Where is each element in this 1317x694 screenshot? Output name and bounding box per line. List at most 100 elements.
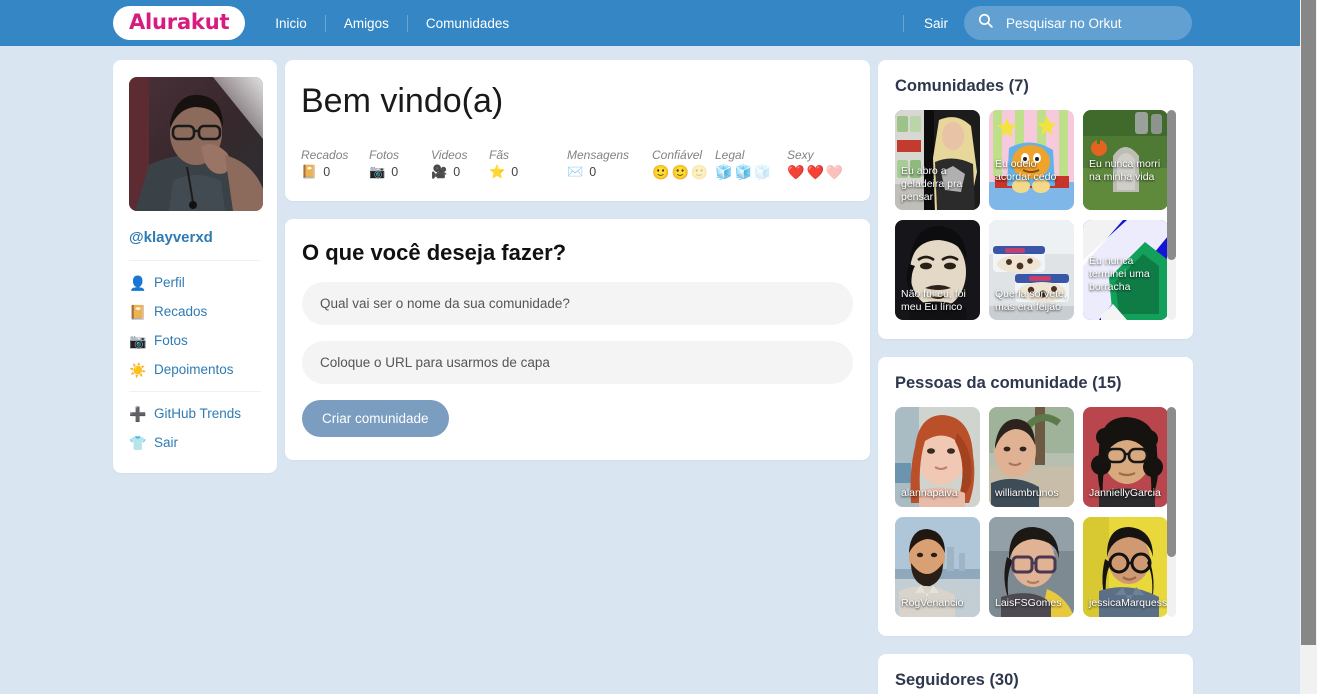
stat-fotos: Fotos 📷 0 (369, 148, 431, 180)
sidebar-item-sair[interactable]: 👕 Sair (129, 435, 261, 450)
nav-item-inicio[interactable]: Inicio (257, 16, 325, 31)
nav-item-comunidades[interactable]: Comunidades (408, 16, 527, 31)
profile-handle[interactable]: @klayverxd (129, 229, 261, 246)
heart-icon: ❤️ (806, 165, 824, 182)
welcome-card: Bem vindo(a) Recados 📔 0 Fotos 📷 0 Video… (285, 60, 870, 202)
page-title: Bem vindo(a) (301, 82, 504, 120)
person-name: jessicaMarquess (1089, 596, 1168, 609)
page-scrollbar[interactable] (1300, 0, 1317, 694)
stat-mensagens: Mensagens ✉️ 0 (567, 148, 652, 180)
star-icon: ⭐ (489, 164, 506, 180)
community-name: Eu nunca morri na minha vida (1089, 157, 1161, 183)
person-name: LaisFSGomes (995, 596, 1062, 609)
stat-value: 0 (589, 165, 597, 180)
community-tile[interactable]: Eu odeio acordar cedo (989, 110, 1074, 210)
community-name-input[interactable] (302, 282, 853, 326)
rating-label: Confiável (652, 148, 703, 163)
sun-icon: ☀️ (129, 361, 147, 378)
people-scroll-area[interactable]: alannapaiva williambrunos JanniellyGarci… (895, 407, 1176, 617)
people-card: Pessoas da comunidade (15) alannapaiva w… (878, 357, 1193, 636)
community-name: Eu nunca terminei uma borracha (1089, 254, 1150, 293)
search-icon (977, 12, 994, 34)
sidebar-item-perfil[interactable]: 👤 Perfil (129, 275, 261, 290)
sidebar-item-label: Fotos (154, 333, 188, 348)
sidebar-item-fotos[interactable]: 📷 Fotos (129, 333, 261, 348)
heart-icon: ❤️ (825, 165, 844, 182)
main-column: Bem vindo(a) Recados 📔 0 Fotos 📷 0 Video… (285, 60, 870, 478)
person-tile[interactable]: williambrunos (989, 407, 1074, 507)
nav-item-amigos[interactable]: Amigos (326, 16, 407, 31)
rating-confiavel: Confiável 🙂 🙂 🙂 (652, 148, 715, 180)
people-scrollbar[interactable] (1167, 407, 1176, 617)
stat-recados: Recados 📔 0 (301, 148, 369, 180)
header-right-area: Sair (902, 0, 1300, 46)
create-community-form: Criar comunidade (302, 282, 853, 438)
envelope-icon: ✉️ (567, 164, 584, 180)
sidebar-item-label: Perfil (154, 275, 185, 290)
sidebar-item-recados[interactable]: 📔 Recados (129, 304, 261, 319)
sidebar-item-depoimentos[interactable]: ☀️ Depoimentos (129, 362, 261, 377)
plus-icon: ➕ (129, 405, 147, 422)
followers-card: Seguidores (30) (878, 654, 1193, 694)
sidebar-menu-secondary: ➕ GitHub Trends 👕 Sair (129, 406, 261, 450)
communities-scroll-area[interactable]: Eu abro a geladeira pra pensar Eu odeio … (895, 110, 1176, 320)
create-community-button[interactable]: Criar comunidade (302, 400, 449, 438)
rating-sexy: Sexy ❤️ ❤️ ❤️ (787, 148, 843, 180)
sidebar-item-label: GitHub Trends (154, 406, 242, 421)
sidebar-item-label: Recados (154, 304, 208, 319)
community-image-url-input[interactable] (302, 341, 853, 385)
smiley-icon: 🙂 (652, 165, 670, 182)
community-name: Eu odeio acordar cedo (995, 157, 1057, 183)
rating-icons[interactable]: 🙂 🙂 🙂 (652, 166, 715, 180)
person-name: RogVenancio (901, 596, 964, 609)
community-name: Eu abro a geladeira pra pensar (901, 164, 963, 203)
communities-scrollbar[interactable] (1167, 110, 1176, 320)
camera-icon: 📷 (129, 332, 147, 349)
person-name: williambrunos (995, 486, 1059, 499)
community-tile[interactable]: Não fui eu, foi meu Eu lírico (895, 220, 980, 320)
video-camera-icon: 🎥 (431, 164, 448, 180)
right-column: Comunidades (7) Eu abro a geladeira pra … (878, 60, 1193, 694)
heart-icon: ❤️ (787, 165, 805, 182)
smiley-icon: 🙂 (671, 165, 689, 182)
person-tile[interactable]: jessicaMarquess (1083, 517, 1168, 617)
stat-value: 0 (323, 165, 331, 180)
communities-title: Comunidades (7) (895, 77, 1029, 95)
rating-label: Legal (715, 148, 745, 163)
search-box[interactable] (964, 6, 1192, 40)
smiley-icon: 🙂 (690, 165, 709, 182)
stat-label: Recados (301, 148, 349, 163)
alurakut-logo[interactable]: Alurakut (113, 6, 246, 40)
communities-card: Comunidades (7) Eu abro a geladeira pra … (878, 60, 1193, 339)
search-input[interactable] (1006, 15, 1176, 31)
person-tile[interactable]: LaisFSGomes (989, 517, 1074, 617)
community-tile[interactable]: Eu nunca morri na minha vida (1083, 110, 1168, 210)
logout-link[interactable]: Sair (910, 16, 964, 31)
person-name: JanniellyGarcia (1089, 486, 1161, 499)
community-name: Não fui eu, foi meu Eu lírico (901, 287, 966, 313)
rating-icons[interactable]: ❤️ ❤️ ❤️ (787, 166, 843, 180)
sidebar-menu: 👤 Perfil 📔 Recados 📷 Fotos ☀️ Depoimento… (129, 275, 261, 377)
user-icon: 👤 (129, 274, 147, 291)
avatar[interactable] (129, 77, 263, 211)
person-tile[interactable]: alannapaiva (895, 407, 980, 507)
ice-cube-icon: 🧊 (734, 165, 752, 182)
stat-videos: Videos 🎥 0 (431, 148, 489, 180)
person-tile[interactable]: JanniellyGarcia (1083, 407, 1168, 507)
followers-title: Seguidores (30) (895, 671, 1019, 689)
notebook-icon: 📔 (301, 164, 318, 180)
community-tile[interactable]: Queria sorvete, mas era feijão (989, 220, 1074, 320)
community-tile[interactable]: Eu abro a geladeira pra pensar (895, 110, 980, 210)
shirt-icon: 👕 (129, 434, 147, 451)
page-scrollbar-thumb[interactable] (1301, 0, 1316, 645)
profile-stats-row: Recados 📔 0 Fotos 📷 0 Videos 🎥 0 Fãs ⭐ 0… (301, 148, 854, 180)
stat-label: Videos (431, 148, 468, 163)
people-grid: alannapaiva williambrunos JanniellyGarci… (895, 407, 1168, 617)
person-tile[interactable]: RogVenancio (895, 517, 980, 617)
sidebar-column: @klayverxd 👤 Perfil 📔 Recados 📷 Fotos ☀️ (113, 60, 277, 491)
community-tile[interactable]: Eu nunca terminei uma borracha (1083, 220, 1168, 320)
sidebar-item-github-trends[interactable]: ➕ GitHub Trends (129, 406, 261, 421)
rating-label: Sexy (787, 148, 814, 163)
rating-icons[interactable]: 🧊 🧊 🧊 (715, 166, 787, 180)
stat-value: 0 (391, 165, 399, 180)
